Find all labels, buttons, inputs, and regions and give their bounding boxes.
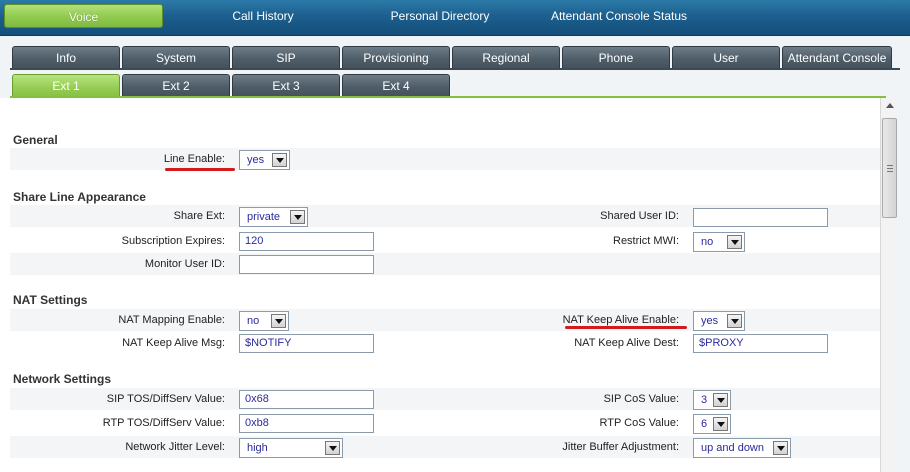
- chevron-down-icon: [773, 441, 788, 455]
- grip-icon: [887, 165, 893, 172]
- sip-cos-select[interactable]: 3: [693, 390, 731, 410]
- tab-sip[interactable]: SIP: [232, 46, 340, 69]
- topnav-attendant-console-status[interactable]: Attendant Console Status: [540, 4, 698, 28]
- jitter-buffer-adjustment-value: up and down: [701, 442, 764, 454]
- chevron-down-icon: [727, 235, 742, 249]
- vertical-scrollbar[interactable]: [880, 98, 898, 472]
- share-ext-label: Share Ext:: [173, 210, 225, 222]
- chevron-down-icon: [271, 314, 286, 328]
- rtp-cos-value: 6: [701, 418, 708, 430]
- restrict-mwi-label: Restrict MWI:: [613, 235, 679, 247]
- shared-user-id-label: Shared User ID:: [600, 210, 679, 222]
- nat-keep-alive-msg-field[interactable]: $NOTIFY: [239, 334, 374, 353]
- tab-regional[interactable]: Regional: [452, 46, 560, 69]
- restrict-mwi-value: no: [701, 236, 714, 248]
- line-enable-value: yes: [247, 154, 265, 166]
- tab-ext-4[interactable]: Ext 4: [342, 74, 450, 97]
- rtp-tos-field[interactable]: 0xb8: [239, 414, 374, 433]
- chevron-down-icon: [272, 153, 287, 167]
- share-ext-select[interactable]: private: [239, 207, 308, 227]
- annotation-underline: [165, 168, 235, 171]
- line-enable-select[interactable]: yes: [239, 150, 290, 170]
- monitor-user-id-label: Monitor User ID:: [144, 258, 225, 270]
- tab-attendant-console[interactable]: Attendant Console: [782, 46, 892, 69]
- network-jitter-level-label: Network Jitter Level:: [125, 441, 225, 453]
- sip-cos-value: 3: [701, 394, 708, 406]
- sip-tos-field[interactable]: 0x68: [239, 390, 374, 409]
- chevron-down-icon: [713, 417, 728, 431]
- tab-phone[interactable]: Phone: [562, 46, 670, 69]
- tab-info[interactable]: Info: [12, 46, 120, 69]
- tab-ext-2[interactable]: Ext 2: [122, 74, 230, 97]
- scrollbar-thumb[interactable]: [882, 118, 897, 218]
- subscription-expires-label: Subscription Expires:: [121, 235, 225, 247]
- nat-mapping-enable-select[interactable]: no: [239, 311, 289, 331]
- nat-keep-alive-dest-field[interactable]: $PROXY: [693, 334, 828, 353]
- shared-user-id-field[interactable]: [693, 208, 828, 227]
- network-jitter-level-value: high: [247, 442, 268, 454]
- section-title-nat-settings: NAT Settings: [13, 293, 88, 307]
- right-margin: [898, 98, 910, 472]
- annotation-underline: [565, 326, 687, 329]
- line-enable-label: Line Enable:: [163, 153, 225, 165]
- jitter-buffer-adjustment-label: Jitter Buffer Adjustment:: [562, 441, 679, 453]
- nat-keep-alive-enable-value: yes: [701, 315, 719, 327]
- nat-keep-alive-msg-label: NAT Keep Alive Msg:: [122, 337, 225, 349]
- share-ext-value: private: [247, 211, 281, 223]
- nat-keep-alive-dest-label: NAT Keep Alive Dest:: [574, 337, 679, 349]
- monitor-user-id-field[interactable]: [239, 255, 374, 274]
- jitter-buffer-adjustment-select[interactable]: up and down: [693, 438, 791, 458]
- restrict-mwi-select[interactable]: no: [693, 232, 745, 252]
- sip-tos-label: SIP TOS/DiffServ Value:: [106, 393, 225, 405]
- subscription-expires-field[interactable]: 120: [239, 232, 374, 251]
- chevron-down-icon: [290, 210, 305, 224]
- sip-cos-label: SIP CoS Value:: [603, 393, 679, 405]
- topnav-call-history[interactable]: Call History: [193, 4, 333, 28]
- rtp-cos-label: RTP CoS Value:: [599, 417, 680, 429]
- network-jitter-level-select[interactable]: high: [239, 438, 343, 458]
- tab-provisioning[interactable]: Provisioning: [342, 46, 450, 69]
- chevron-down-icon: [727, 314, 742, 328]
- topnav-voice[interactable]: Voice: [4, 4, 163, 28]
- top-navigation-bar: Voice Call History Personal Directory At…: [0, 0, 910, 36]
- nat-mapping-enable-label: NAT Mapping Enable:: [118, 314, 225, 326]
- nat-keep-alive-enable-select[interactable]: yes: [693, 311, 745, 331]
- nat-mapping-enable-value: no: [247, 315, 260, 327]
- scroll-up-arrow-icon[interactable]: [881, 98, 898, 114]
- section-title-network-settings: Network Settings: [13, 372, 112, 386]
- tab-ext-1[interactable]: Ext 1: [12, 74, 120, 97]
- rtp-cos-select[interactable]: 6: [693, 414, 731, 434]
- section-title-general: General: [13, 133, 58, 147]
- tab-ext-3[interactable]: Ext 3: [232, 74, 340, 97]
- settings-panel: General Line Enable: yes Share Line Appe…: [10, 98, 880, 472]
- topnav-personal-directory[interactable]: Personal Directory: [370, 4, 510, 28]
- section-title-share-line-appearance: Share Line Appearance: [13, 190, 146, 204]
- chevron-down-icon: [325, 441, 340, 455]
- tab-system[interactable]: System: [122, 46, 230, 69]
- rtp-tos-label: RTP TOS/DiffServ Value:: [102, 417, 225, 429]
- tab-user[interactable]: User: [672, 46, 780, 69]
- chevron-down-icon: [713, 393, 728, 407]
- tab-divider: [10, 68, 900, 70]
